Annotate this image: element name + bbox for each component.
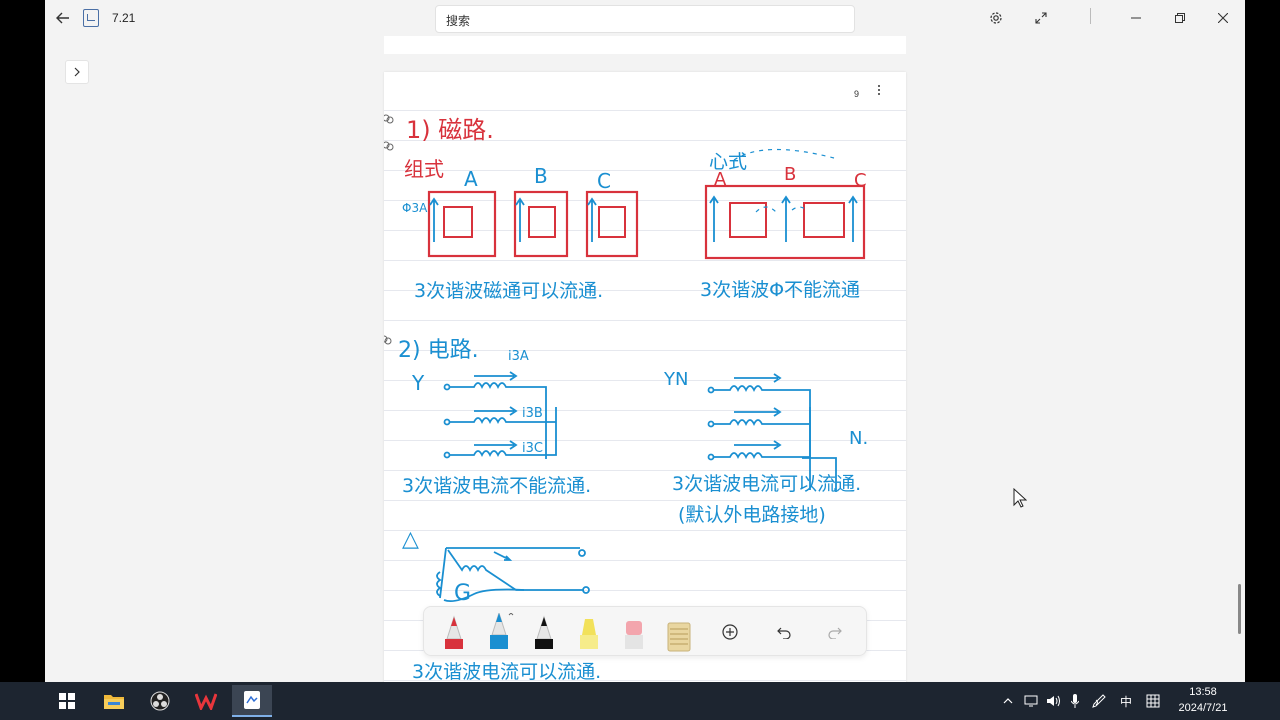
clock-date: 2024/7/21	[1178, 702, 1228, 714]
vertical-scrollbar[interactable]	[1238, 584, 1241, 634]
blue-pen-tool[interactable]	[481, 611, 517, 653]
black-pen-tool[interactable]	[526, 613, 562, 653]
flux-phi3a-label: Φ3A	[402, 201, 428, 215]
keyboard-grid-icon	[1146, 694, 1160, 708]
delta-connection-label: △	[402, 527, 419, 552]
phase-a-label-left: A	[464, 167, 478, 191]
minimize-button[interactable]	[1122, 4, 1150, 32]
phase-c-label-right: C	[854, 170, 867, 191]
link-marker-icon	[384, 114, 394, 345]
minimize-icon	[1131, 17, 1141, 19]
tray-keyboard[interactable]	[1142, 691, 1164, 711]
red-pen-icon	[445, 615, 463, 649]
obs-icon	[150, 691, 170, 711]
taskbar-obs[interactable]	[140, 685, 180, 717]
ruler-tool[interactable]	[661, 613, 697, 653]
gear-icon	[990, 12, 1002, 24]
eraser-tool[interactable]	[616, 613, 652, 653]
folder-icon	[104, 695, 124, 709]
blue-pen-icon	[490, 611, 514, 649]
notebook-canvas: 9 1) 磁路. 组式 心式 Φ3A A B C 3次谐波磁通可以流通. A B…	[45, 36, 1245, 682]
black-pen-icon	[535, 615, 553, 649]
tray-volume[interactable]	[1044, 691, 1062, 711]
chevron-right-icon	[74, 67, 80, 77]
sidebar-expand-button[interactable]	[65, 60, 89, 84]
fullscreen-button[interactable]	[1027, 4, 1055, 32]
tray-ime[interactable]: 中	[1116, 691, 1136, 711]
phase-b-label-right: B	[784, 164, 796, 185]
add-circle-icon	[722, 624, 738, 640]
phase-a-label-right: A	[714, 169, 727, 190]
section2-right-note: (默认外电路接地)	[678, 504, 826, 526]
close-icon	[1218, 13, 1228, 23]
undo-button[interactable]	[771, 619, 797, 645]
titlebar-divider	[1090, 8, 1091, 24]
microphone-icon	[1071, 694, 1079, 708]
phase-c-label-left: C	[597, 169, 611, 193]
yn-connection-label: YN	[663, 369, 688, 390]
settings-button[interactable]	[982, 4, 1010, 32]
highlighter-icon	[580, 619, 598, 649]
neutral-n-label: N.	[849, 428, 868, 449]
start-button[interactable]	[47, 685, 87, 717]
pen-icon	[1092, 694, 1106, 708]
section1-right-caption: 3次谐波Φ不能流通	[700, 279, 860, 301]
ink-toolbar	[423, 606, 867, 656]
redo-button[interactable]	[822, 619, 848, 645]
tray-microphone[interactable]	[1068, 691, 1082, 711]
note-page[interactable]: 9 1) 磁路. 组式 心式 Φ3A A B C 3次谐波磁通可以流通. A B…	[384, 72, 906, 682]
back-button[interactable]	[49, 4, 77, 32]
phase-b-label-left: B	[534, 164, 548, 188]
expand-icon	[1035, 12, 1047, 24]
tray-pen[interactable]	[1090, 691, 1110, 711]
search-input[interactable]: 搜索	[435, 5, 855, 33]
redo-icon	[828, 627, 842, 639]
restore-button[interactable]	[1166, 4, 1194, 32]
section1-heading: 1) 磁路.	[406, 116, 494, 144]
notes-app-icon	[244, 691, 260, 709]
taskbar-file-explorer[interactable]	[94, 685, 134, 717]
y-connection-label: Y	[411, 371, 425, 395]
section1-group-label: 组式	[404, 157, 444, 181]
eraser-icon	[625, 621, 643, 649]
desktop: 7.21 搜索 9 1) 磁路. 组式 心式 Φ3A A B C 3次谐波磁通可…	[0, 0, 1280, 720]
section1-left-caption: 3次谐波磁通可以流通.	[414, 280, 603, 302]
taskbar-wps[interactable]	[186, 685, 226, 717]
highlighter-tool[interactable]	[571, 613, 607, 653]
tray-network[interactable]	[1022, 691, 1040, 711]
red-pen-tool[interactable]	[436, 613, 472, 653]
restore-icon	[1175, 13, 1185, 23]
network-icon	[1024, 695, 1038, 707]
close-button[interactable]	[1209, 4, 1237, 32]
speaker-icon	[1047, 695, 1060, 707]
chevron-up-icon	[1003, 698, 1013, 704]
current-i3c-label: i3C	[522, 441, 543, 456]
mouse-pointer-icon	[1013, 488, 1027, 508]
notebook-icon	[83, 9, 99, 27]
system-clock[interactable]: 13:58 2024/7/21	[1170, 684, 1236, 716]
section3-caption: 3次谐波电流可以流通.	[412, 661, 601, 682]
section2-right-caption: 3次谐波电流可以流通.	[672, 473, 861, 495]
current-i3a-label: i3A	[508, 349, 529, 364]
section2-heading: 2) 电路.	[398, 338, 479, 363]
section2-left-caption: 3次谐波电流不能流通.	[402, 475, 591, 497]
add-tool-button[interactable]	[717, 619, 743, 645]
taskbar-notes-app[interactable]	[232, 685, 272, 717]
windows-taskbar: 中 13:58 2024/7/21	[0, 682, 1280, 720]
undo-icon	[777, 627, 791, 639]
previous-page-edge	[384, 36, 906, 54]
tray-overflow-button[interactable]	[1000, 691, 1016, 711]
back-arrow-icon	[56, 12, 69, 24]
window-title: 7.21	[112, 11, 136, 25]
current-i3b-label: i3B	[522, 406, 543, 421]
windows-logo-icon	[59, 693, 75, 709]
notes-app-window: 7.21 搜索 9 1) 磁路. 组式 心式 Φ3A A B C 3次谐波磁通可…	[45, 0, 1245, 682]
handwritten-ink: 1) 磁路. 组式 心式 Φ3A A B C 3次谐波磁通可以流通. A B C…	[384, 114, 868, 682]
ruler-icon	[667, 622, 691, 652]
clock-time: 13:58	[1189, 686, 1217, 698]
wps-icon	[195, 693, 217, 710]
delta-g-mark: G	[454, 581, 471, 606]
title-bar: 7.21 搜索	[45, 0, 1245, 36]
group-core-diagram: Φ3A	[402, 190, 639, 258]
